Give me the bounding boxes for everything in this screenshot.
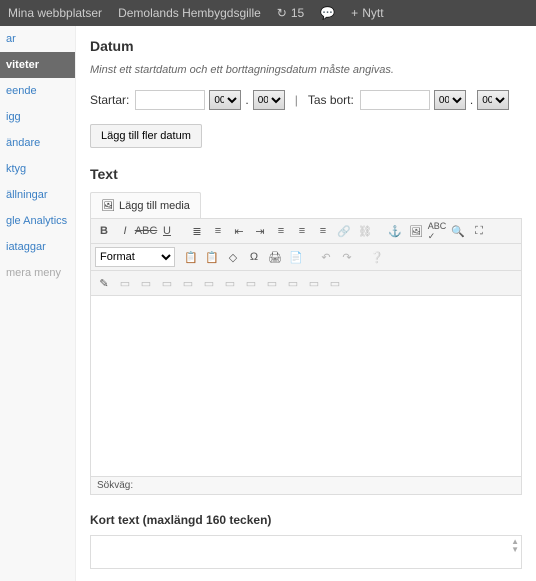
start-hour-select[interactable]: 00 [209,90,241,110]
spellcheck-button[interactable]: ABC✓ [428,222,446,240]
print-button[interactable]: 🖨 [266,248,284,266]
refresh-icon: ↻ [277,6,287,20]
start-min-select[interactable]: 00 [253,90,285,110]
anchor-button[interactable]: ⚓ [386,222,404,240]
tb-icon[interactable]: ▭ [263,274,281,292]
admin-sidebar: ar viteter eende igg ändare ktyg ällning… [0,26,76,581]
image-button[interactable]: 🖼 [407,222,425,240]
tb-icon[interactable]: ▭ [116,274,134,292]
add-more-dates-button[interactable]: Lägg till fler datum [90,124,202,148]
sidebar-item[interactable]: ällningar [0,182,75,208]
erase-button[interactable]: ◇ [224,248,242,266]
editor-content[interactable] [91,296,521,476]
tb-icon[interactable]: ▭ [242,274,260,292]
dot: . [245,93,248,107]
sidebar-item[interactable]: gle Analytics [0,208,75,234]
comment-icon: 💬 [320,6,335,20]
media-icon: 🖼 [101,199,115,212]
editor-toolbar-row2: Format 📋 📋 ◇ Ω 🖨 📄 ↶ ↷ ❔ [91,244,521,271]
start-label: Startar: [90,93,129,107]
tb-icon[interactable]: ▭ [284,274,302,292]
omega-button[interactable]: Ω [245,248,263,266]
sidebar-item[interactable]: eende [0,78,75,104]
plus-icon: + [351,6,358,20]
align-left-button[interactable]: ≡ [272,222,290,240]
tb-icon[interactable]: ▭ [200,274,218,292]
tb-icon[interactable]: ▭ [305,274,323,292]
remove-date-input[interactable] [360,90,430,110]
unlink-button[interactable]: ⛓ [356,222,374,240]
help-button[interactable]: ❔ [368,248,386,266]
numbered-list-button[interactable]: ≡ [209,222,227,240]
underline-button[interactable]: U [158,222,176,240]
topbar-mysites[interactable]: Mina webbplatser [8,6,102,20]
indent-button[interactable]: ⇥ [251,222,269,240]
separator: | [295,93,298,107]
sidebar-item[interactable]: igg [0,104,75,130]
bold-button[interactable]: B [95,222,113,240]
remove-min-select[interactable]: 00 [477,90,509,110]
format-select[interactable]: Format [95,247,175,267]
strike-button[interactable]: ABC [137,222,155,240]
tb-icon[interactable]: ▭ [326,274,344,292]
start-date-input[interactable] [135,90,205,110]
align-center-button[interactable]: ≡ [293,222,311,240]
paste-button[interactable]: 📋 [182,248,200,266]
editor-toolbar-row1: B I ABC U ≣ ≡ ⇤ ⇥ ≡ ≡ ≡ 🔗 ⛓ ⚓ 🖼 [91,219,521,244]
sidebar-item[interactable]: ktyg [0,156,75,182]
edit-icon[interactable]: ✎ [95,274,113,292]
tb-icon[interactable]: ▭ [221,274,239,292]
sidebar-item-active[interactable]: viteter [0,52,75,78]
sidebar-item[interactable]: iataggar [0,234,75,260]
text-title: Text [90,166,522,182]
tb-icon[interactable]: ▭ [158,274,176,292]
bullet-list-button[interactable]: ≣ [188,222,206,240]
kort-text-label: Kort text (maxlängd 160 tecken) [90,513,522,527]
sidebar-item[interactable]: ar [0,26,75,52]
sidebar-item[interactable]: ändare [0,130,75,156]
remove-hour-select[interactable]: 00 [434,90,466,110]
paste-word-button[interactable]: 📋 [203,248,221,266]
align-right-button[interactable]: ≡ [314,222,332,240]
dot: . [470,93,473,107]
fullscreen-button[interactable]: ⛶ [470,222,488,240]
kort-text-input[interactable] [90,535,522,569]
link-button[interactable]: 🔗 [335,222,353,240]
resize-arrows-icon: ▲▼ [511,538,519,554]
tb-icon[interactable]: ▭ [137,274,155,292]
doc-button[interactable]: 📄 [287,248,305,266]
add-media-button[interactable]: 🖼 Lägg till media [90,192,201,218]
topbar-sitename[interactable]: Demolands Hembygdsgille [118,6,261,20]
find-button[interactable]: 🔍 [449,222,467,240]
topbar-updates[interactable]: ↻ 15 [277,6,304,20]
datum-hint: Minst ett startdatum och ett borttagning… [90,64,522,76]
sidebar-collapse[interactable]: mera meny [0,260,75,286]
editor-toolbar-row3: ✎ ▭ ▭ ▭ ▭ ▭ ▭ ▭ ▭ ▭ ▭ ▭ [91,271,521,296]
topbar-new[interactable]: + Nytt [351,6,383,20]
topbar-comments[interactable]: 💬 [320,6,335,20]
tb-icon[interactable]: ▭ [179,274,197,292]
outdent-button[interactable]: ⇤ [230,222,248,240]
italic-button[interactable]: I [116,222,134,240]
rich-text-editor: B I ABC U ≣ ≡ ⇤ ⇥ ≡ ≡ ≡ 🔗 ⛓ ⚓ 🖼 [90,218,522,495]
redo-button[interactable]: ↷ [338,248,356,266]
datum-title: Datum [90,38,522,54]
remove-label: Tas bort: [308,93,354,107]
editor-pathbar: Sökväg: [91,476,521,494]
undo-button[interactable]: ↶ [317,248,335,266]
